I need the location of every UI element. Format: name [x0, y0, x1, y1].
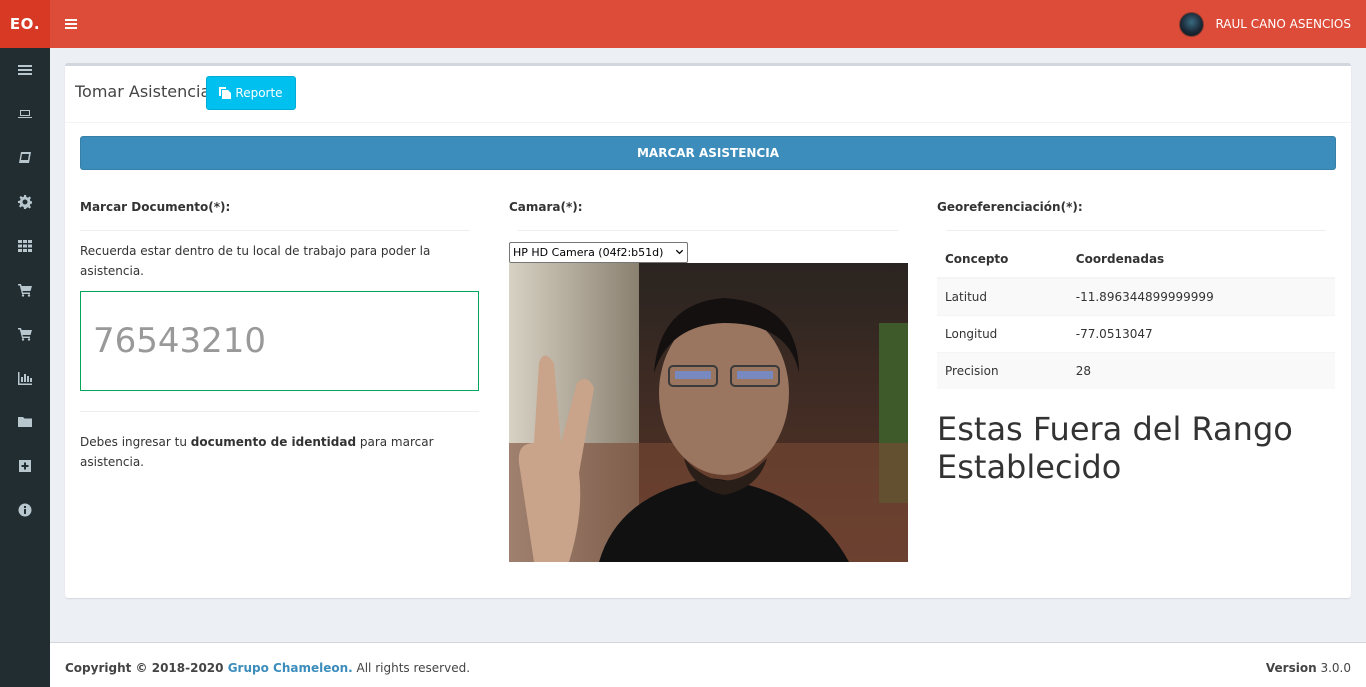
- hamburger-icon: [65, 19, 77, 29]
- sidebar-item-add[interactable]: [0, 444, 50, 488]
- divider: [80, 411, 479, 412]
- version-label: Version: [1265, 661, 1317, 675]
- sidebar-item-cart[interactable]: [0, 268, 50, 312]
- document-label: Marcar Documento(*):: [80, 200, 231, 214]
- document-input[interactable]: [80, 291, 479, 391]
- logo-text: EO: [9, 15, 34, 33]
- version: Version 3.0.0: [1266, 661, 1351, 675]
- report-button-label: Reporte: [235, 86, 283, 100]
- table-row: Longitud -77.0513047: [937, 314, 1335, 352]
- user-name: RAUL CANO ASENCIOS: [1215, 17, 1351, 31]
- table-cell: Latitud: [937, 277, 1068, 315]
- sidebar-item-list[interactable]: [0, 48, 50, 92]
- version-value: 3.0.0: [1316, 661, 1351, 675]
- camera-select[interactable]: HP HD Camera (04f2:b51d): [509, 242, 688, 263]
- mark-attendance-button[interactable]: MARCAR ASISTENCIA: [80, 136, 1336, 170]
- table-row: Precision 28: [937, 351, 1335, 389]
- sidebar-item-reports[interactable]: [0, 356, 50, 400]
- divider: [80, 230, 470, 231]
- camera-feed-image: [509, 263, 908, 562]
- geo-label: Georeferenciación(*):: [937, 200, 1083, 214]
- table-cell: 28: [1067, 351, 1335, 389]
- company-link[interactable]: Grupo Chameleon.: [228, 661, 353, 675]
- table-cell: Longitud: [937, 314, 1068, 352]
- grid-icon: [18, 240, 32, 252]
- folder-icon: [18, 417, 32, 427]
- camera-feed: [509, 263, 908, 562]
- table-row: Latitud -11.896344899999999: [937, 277, 1335, 315]
- app-logo[interactable]: EO.: [0, 0, 50, 48]
- footer: Copyright © 2018-2020 Grupo Chameleon. A…: [50, 642, 1366, 687]
- sidebar-item-folder[interactable]: [0, 400, 50, 444]
- table-cell: Precision: [937, 351, 1068, 389]
- column-header: Concepto: [937, 241, 1068, 279]
- page-title: Tomar Asistencia: [75, 82, 211, 101]
- camera-select-value: HP HD Camera (04f2:b51d): [513, 246, 664, 259]
- table-cell: -77.0513047: [1067, 314, 1335, 352]
- sidebar-item-laptop[interactable]: [0, 92, 50, 136]
- user-menu[interactable]: RAUL CANO ASENCIOS: [1179, 11, 1351, 37]
- divider: [946, 230, 1326, 231]
- column-header: Coordenadas: [1067, 241, 1335, 279]
- laptop-icon: [18, 110, 32, 118]
- sidebar-item-cart-2[interactable]: [0, 312, 50, 356]
- box-header: Tomar Asistencia Reporte: [65, 66, 1351, 123]
- plus-square-icon: [19, 460, 31, 472]
- report-button[interactable]: Reporte: [206, 76, 296, 110]
- gear-icon: [18, 195, 32, 209]
- sidebar: [0, 48, 50, 687]
- cart-icon: [18, 328, 32, 341]
- table-cell: -11.896344899999999: [1067, 277, 1335, 315]
- divider: [518, 230, 898, 231]
- sidebar-item-book[interactable]: [0, 136, 50, 180]
- document-hint-bold: documento de identidad: [190, 435, 357, 449]
- sidebar-item-settings[interactable]: [0, 180, 50, 224]
- sidebar-toggle-button[interactable]: [58, 12, 84, 36]
- chevron-down-icon: [675, 249, 684, 255]
- copy-icon: [219, 87, 232, 99]
- list-icon: [18, 65, 32, 75]
- bar-chart-icon: [18, 372, 32, 385]
- document-hint: Debes ingresar tu documento de identidad…: [80, 435, 434, 469]
- book-icon: [19, 152, 31, 163]
- camera-label: Camara(*):: [509, 200, 583, 214]
- table-header-row: Concepto Coordenadas: [937, 241, 1335, 279]
- document-note: Recuerda estar dentro de tu local de tra…: [80, 244, 431, 278]
- info-icon: [18, 503, 32, 517]
- avatar: [1179, 11, 1205, 37]
- range-status-message: Estas Fuera del Rango Establecido: [937, 410, 1293, 486]
- sidebar-item-grid[interactable]: [0, 224, 50, 268]
- sidebar-item-info[interactable]: [0, 488, 50, 532]
- cart-icon: [18, 284, 32, 297]
- copyright: Copyright © 2018-2020 Grupo Chameleon. A…: [65, 661, 471, 675]
- mark-attendance-label: MARCAR ASISTENCIA: [636, 146, 779, 160]
- geo-table: Concepto Coordenadas Latitud -11.8963448…: [937, 241, 1335, 389]
- attendance-box: Tomar Asistencia Reporte MARCAR ASISTENC…: [65, 63, 1351, 598]
- logo-dot: .: [33, 15, 41, 33]
- top-navbar: EO. RAUL CANO ASENCIOS: [0, 0, 1366, 48]
